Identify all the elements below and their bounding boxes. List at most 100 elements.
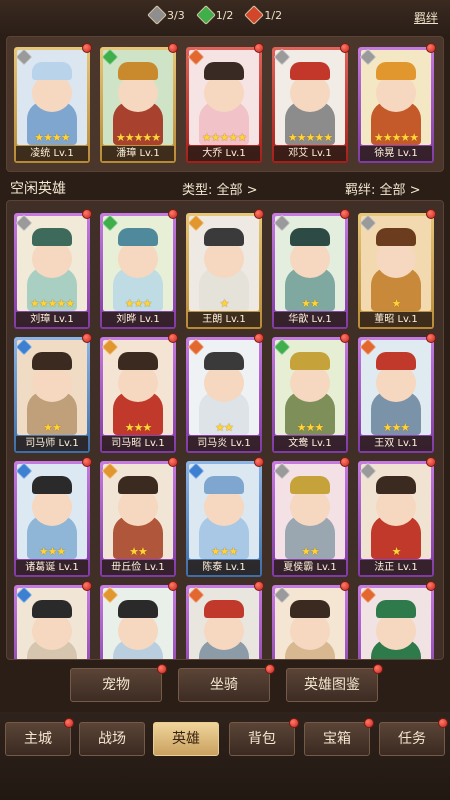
hero-name-label: 邓艾 Lv.1	[274, 146, 346, 161]
red-dot-badge	[254, 209, 264, 219]
hero-name-label: 潘璋 Lv.1	[102, 146, 174, 161]
star-rating: ★	[391, 545, 402, 558]
mount-button[interactable]: 坐骑	[178, 668, 270, 702]
red-dot-badge	[265, 664, 275, 674]
hero-card[interactable]: ★★★★★ 刘璋 Lv.1	[14, 213, 90, 329]
hero-name-label: 刘璋 Lv.1	[16, 312, 88, 327]
hero-headwear	[290, 352, 330, 370]
hero-card[interactable]: ★★★ 文鸯 Lv.1	[272, 337, 348, 453]
bond-link[interactable]: 羁绊	[414, 9, 438, 26]
hero-card[interactable]: ★★★ 王双 Lv.1	[358, 337, 434, 453]
nav-backpack[interactable]: 背包	[229, 722, 295, 756]
star-rating: ★★★	[124, 421, 153, 434]
red-dot-badge	[426, 209, 436, 219]
hero-headwear	[204, 228, 244, 246]
hero-headwear	[290, 62, 330, 80]
star-rating: ★★★★★	[373, 131, 419, 144]
idle-heroes-panel[interactable]: ★★★★★ 刘璋 Lv.1 ★★★ 刘晔 Lv.1 ★ 王朗 Lv.1 ★★ 华歆 Lv.1 ★…	[6, 200, 444, 660]
nav-heroes[interactable]: 英雄	[153, 722, 219, 756]
hero-card[interactable]: ★★★ 诸葛诞 Lv.1	[14, 461, 90, 577]
red-dot-badge	[168, 209, 178, 219]
hero-headwear	[118, 62, 158, 80]
green-gem-icon	[195, 5, 216, 25]
red-dot-badge	[340, 43, 350, 53]
red-dot-badge	[340, 333, 350, 343]
red-dot-badge	[254, 581, 264, 591]
hero-headwear	[118, 352, 158, 370]
hero-name-label: 董昭 Lv.1	[360, 312, 432, 327]
resource-value: 1/2	[215, 8, 234, 22]
red-dot-badge	[373, 664, 383, 674]
hero-headwear	[32, 228, 72, 246]
red-dot-badge	[64, 718, 74, 728]
red-dot-badge	[340, 457, 350, 467]
hero-name-label: 法正 Lv.1	[360, 560, 432, 575]
hero-headwear	[290, 228, 330, 246]
bond-filter[interactable]: 羁绊: 全部 >	[345, 179, 421, 198]
hero-name-label: 夏侯霸 Lv.1	[274, 560, 346, 575]
red-dot-badge	[157, 664, 167, 674]
type-filter[interactable]: 类型: 全部 >	[182, 179, 258, 198]
red-dot-badge	[82, 457, 92, 467]
star-rating: ★	[219, 297, 230, 310]
hero-card[interactable]	[100, 585, 176, 659]
hero-name-label: 毌丘俭 Lv.1	[102, 560, 174, 575]
red-dot-badge	[426, 333, 436, 343]
red-dot-badge	[82, 333, 92, 343]
nav-chest[interactable]: 宝箱	[304, 722, 370, 756]
red-dot-badge	[254, 333, 264, 343]
nav-main-city[interactable]: 主城	[5, 722, 71, 756]
red-dot-badge	[254, 43, 264, 53]
resource-value: 1/2	[264, 8, 283, 22]
hero-card[interactable]: ★★ 华歆 Lv.1	[272, 213, 348, 329]
hero-headwear	[376, 352, 416, 370]
bottom-nav: 主城 战场 英雄 背包 宝箱 任务	[0, 712, 450, 800]
hero-name-label: 司马昭 Lv.1	[102, 436, 174, 451]
hero-headwear	[204, 352, 244, 370]
hero-card[interactable]: ★★★ 刘晔 Lv.1	[100, 213, 176, 329]
hero-codex-button[interactable]: 英雄图鉴	[286, 668, 378, 702]
hero-card[interactable]: ★★★★★ 潘璋 Lv.1	[100, 47, 176, 163]
pet-button[interactable]: 宠物	[70, 668, 162, 702]
hero-headwear	[32, 600, 72, 618]
red-dot-badge	[364, 718, 374, 728]
star-rating: ★★★★★	[115, 131, 161, 144]
hero-card[interactable]: ★ 法正 Lv.1	[358, 461, 434, 577]
hero-card[interactable]: ★★ 司马师 Lv.1	[14, 337, 90, 453]
hero-name-label: 刘晔 Lv.1	[102, 312, 174, 327]
hero-headwear	[376, 600, 416, 618]
hero-card[interactable]: ★★★★★ 大乔 Lv.1	[186, 47, 262, 163]
hero-card[interactable]: ★★★★ 凌统 Lv.1	[14, 47, 90, 163]
hero-card[interactable]: ★★★ 陈泰 Lv.1	[186, 461, 262, 577]
hero-card[interactable]: ★★★ 司马昭 Lv.1	[100, 337, 176, 453]
hero-name-label: 凌统 Lv.1	[16, 146, 88, 161]
hero-card[interactable]	[272, 585, 348, 659]
hero-card[interactable]: ★★★★★ 邓艾 Lv.1	[272, 47, 348, 163]
hero-name-label: 文鸯 Lv.1	[274, 436, 346, 451]
hero-headwear	[32, 62, 72, 80]
red-dot-badge	[289, 718, 299, 728]
hero-card[interactable]	[14, 585, 90, 659]
hero-card[interactable]	[186, 585, 262, 659]
red-dot-badge	[254, 457, 264, 467]
red-dot-badge	[438, 718, 448, 728]
hero-name-label: 司马炎 Lv.1	[188, 436, 260, 451]
nav-battlefield[interactable]: 战场	[79, 722, 145, 756]
hero-card[interactable]: ★★★★★ 徐晃 Lv.1	[358, 47, 434, 163]
hero-headwear	[376, 476, 416, 494]
hero-name-label: 王双 Lv.1	[360, 436, 432, 451]
hero-card[interactable]	[358, 585, 434, 659]
hero-card[interactable]: ★ 王朗 Lv.1	[186, 213, 262, 329]
star-rating: ★★★★★	[201, 131, 247, 144]
hero-card[interactable]: ★ 董昭 Lv.1	[358, 213, 434, 329]
nav-tasks[interactable]: 任务	[379, 722, 445, 756]
red-dot-badge	[168, 581, 178, 591]
gray-gem-icon	[147, 5, 167, 25]
red-dot-badge	[426, 581, 436, 591]
hero-card[interactable]: ★★ 毌丘俭 Lv.1	[100, 461, 176, 577]
hero-card[interactable]: ★★ 司马炎 Lv.1	[186, 337, 262, 453]
hero-card[interactable]: ★★ 夏侯霸 Lv.1	[272, 461, 348, 577]
star-rating: ★★★	[296, 421, 325, 434]
red-dot-badge	[426, 43, 436, 53]
hero-headwear	[118, 228, 158, 246]
